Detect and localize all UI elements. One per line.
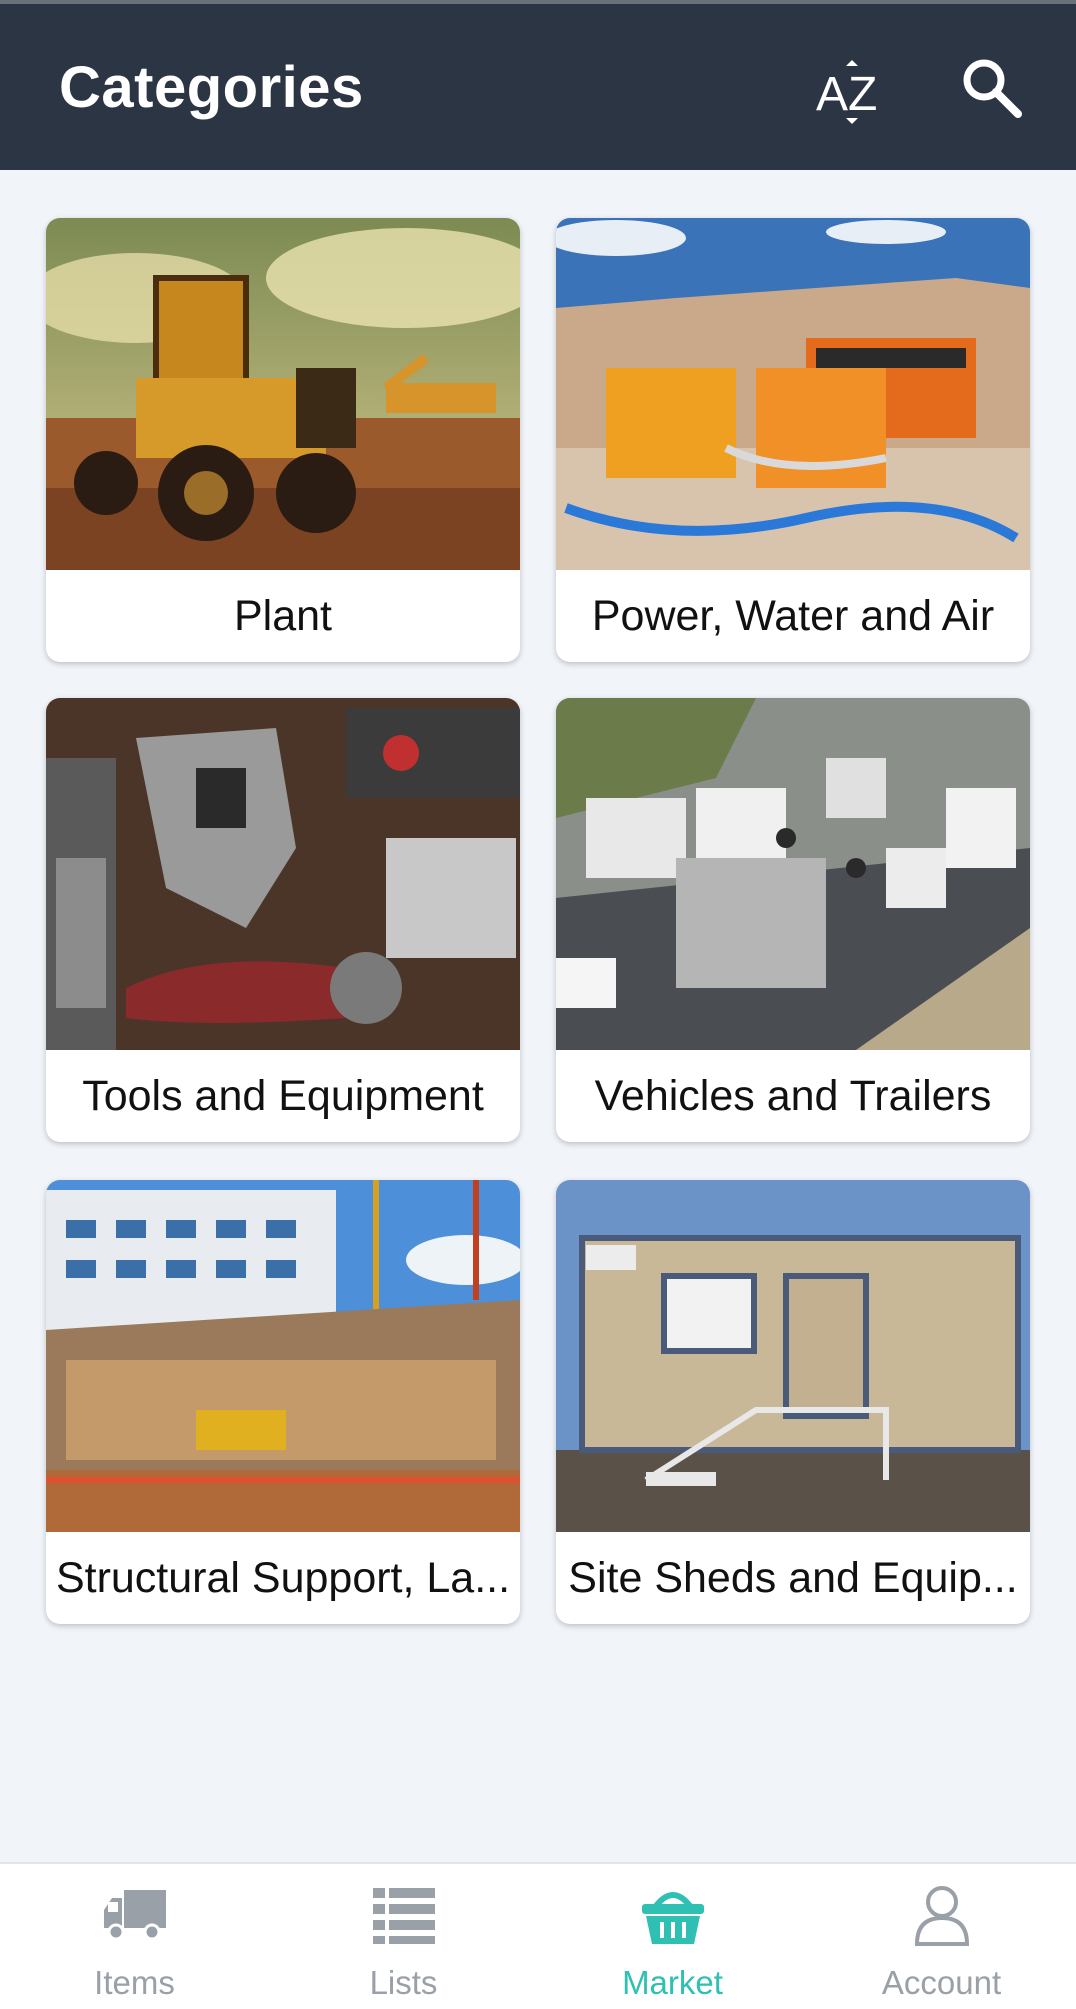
nav-items[interactable]: Items: [0, 1864, 269, 2009]
app-bar: Categories A Z: [0, 4, 1076, 170]
category-label: Power, Water and Air: [591, 591, 995, 640]
category-card-structural-support[interactable]: Structural Support, La...: [46, 1180, 520, 1624]
category-card-power-water-air[interactable]: Power, Water and Air: [556, 218, 1030, 662]
category-card-site-sheds[interactable]: Site Sheds and Equip...: [556, 1180, 1030, 1624]
bulldozer-photo: [46, 218, 520, 570]
svg-text:A: A: [816, 68, 848, 121]
svg-text:Z: Z: [848, 68, 877, 121]
nav-market[interactable]: Market: [538, 1864, 807, 2009]
nav-market-label: Market: [622, 1964, 723, 2001]
page-title: Categories: [59, 55, 364, 120]
category-label: Plant: [233, 591, 332, 640]
category-card-vehicles-trailers[interactable]: Vehicles and Trailers: [556, 698, 1030, 1142]
nav-account-label: Account: [881, 1964, 1002, 2001]
search-icon[interactable]: [960, 56, 1024, 120]
nav-lists[interactable]: Lists: [269, 1864, 538, 2009]
category-card-tools-equipment[interactable]: Tools and Equipment: [46, 698, 520, 1142]
trucks-highway-photo: [556, 698, 1030, 1050]
category-label: Vehicles and Trailers: [594, 1071, 992, 1120]
az-sort-icon[interactable]: A Z: [814, 58, 890, 128]
category-label: Site Sheds and Equip...: [568, 1553, 1018, 1602]
truck-icon: [104, 1890, 166, 1941]
power-tools-photo: [46, 698, 520, 1050]
user-icon: [914, 1886, 970, 1946]
category-label: Tools and Equipment: [82, 1071, 484, 1120]
construction-site-photo: [46, 1180, 520, 1532]
list-icon: [373, 1888, 435, 1944]
category-card-plant[interactable]: Plant: [46, 218, 520, 662]
site-shed-photo: [556, 1180, 1030, 1532]
basket-icon: [642, 1892, 704, 1944]
bottom-navigation: Items Lists Market Account: [0, 1862, 1076, 2009]
category-label: Structural Support, La...: [55, 1553, 511, 1602]
pumps-generators-photo: [556, 218, 1030, 570]
nav-items-label: Items: [94, 1964, 175, 2001]
nav-account[interactable]: Account: [807, 1864, 1076, 2009]
nav-lists-label: Lists: [369, 1964, 438, 2001]
